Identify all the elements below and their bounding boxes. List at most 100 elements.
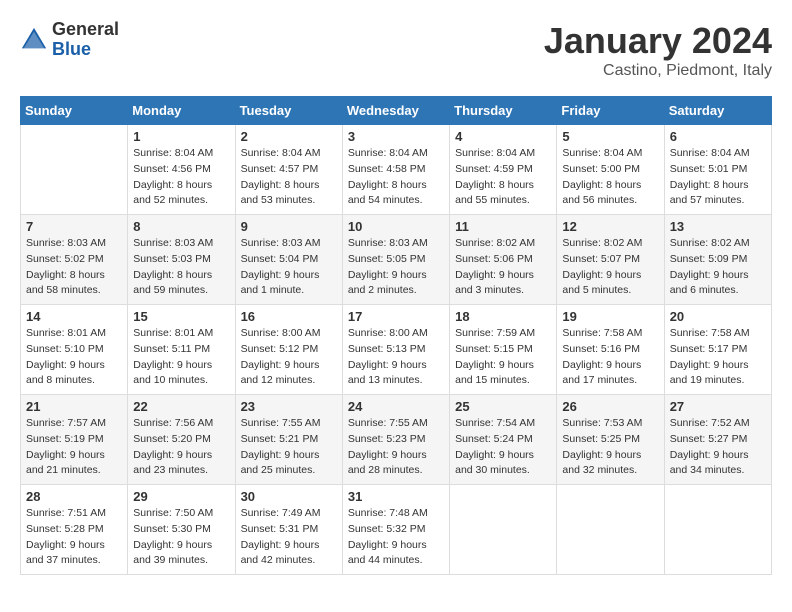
day-number: 12	[562, 219, 658, 234]
day-number: 25	[455, 399, 551, 414]
calendar-cell: 16Sunrise: 8:00 AMSunset: 5:12 PMDayligh…	[235, 305, 342, 395]
day-number: 29	[133, 489, 229, 504]
calendar-cell: 25 Sunrise: 7:54 AMSunset: 5:24 PMDayligh…	[450, 395, 557, 485]
day-number: 9	[241, 219, 337, 234]
calendar-cell: 3 Sunrise: 8:04 AMSunset: 4:58 PMDaylight…	[342, 125, 449, 215]
calendar-cell: 7Sunrise: 8:03 AMSunset: 5:02 PMDaylight…	[21, 215, 128, 305]
day-number: 30	[241, 489, 337, 504]
calendar-cell: 18 Sunrise: 7:59 AMSunset: 5:15 PMDayligh…	[450, 305, 557, 395]
calendar-cell: 29 Sunrise: 7:50 AMSunset: 5:30 PMDayligh…	[128, 485, 235, 575]
calendar-cell: 1 Sunrise: 8:04 AMSunset: 4:56 PMDaylight…	[128, 125, 235, 215]
day-of-week-header: Friday	[557, 97, 664, 125]
page-header: General Blue January 2024 Castino, Piedm…	[20, 20, 772, 80]
day-info: Sunrise: 7:55 AMSunset: 5:21 PMDaylight:…	[241, 416, 337, 479]
day-number: 23	[241, 399, 337, 414]
calendar-week-row: 7Sunrise: 8:03 AMSunset: 5:02 PMDaylight…	[21, 215, 772, 305]
calendar-header: SundayMondayTuesdayWednesdayThursdayFrid…	[21, 97, 772, 125]
day-info: Sunrise: 8:04 AMSunset: 4:56 PMDaylight:…	[133, 146, 229, 209]
day-info: Sunrise: 7:52 AMSunset: 5:27 PMDaylight:…	[670, 416, 766, 479]
day-number: 5	[562, 129, 658, 144]
title-area: January 2024 Castino, Piedmont, Italy	[544, 20, 772, 80]
calendar-cell: 23 Sunrise: 7:55 AMSunset: 5:21 PMDayligh…	[235, 395, 342, 485]
day-number: 19	[562, 309, 658, 324]
day-number: 16	[241, 309, 337, 324]
day-of-week-header: Thursday	[450, 97, 557, 125]
day-info: Sunrise: 8:04 AMSunset: 4:58 PMDaylight:…	[348, 146, 444, 209]
calendar-cell: 31 Sunrise: 7:48 AMSunset: 5:32 PMDayligh…	[342, 485, 449, 575]
logo-icon	[20, 26, 48, 54]
calendar-cell: 11 Sunrise: 8:02 AMSunset: 5:06 PMDayligh…	[450, 215, 557, 305]
day-number: 14	[26, 309, 122, 324]
calendar-cell: 2 Sunrise: 8:04 AMSunset: 4:57 PMDaylight…	[235, 125, 342, 215]
day-info: Sunrise: 7:51 AMSunset: 5:28 PMDaylight:…	[26, 506, 122, 569]
calendar-cell: 13 Sunrise: 8:02 AMSunset: 5:09 PMDayligh…	[664, 215, 771, 305]
calendar-cell: 17 Sunrise: 8:00 AMSunset: 5:13 PMDayligh…	[342, 305, 449, 395]
day-info: Sunrise: 8:00 AMSunset: 5:13 PMDaylight:…	[348, 326, 444, 389]
day-number: 22	[133, 399, 229, 414]
calendar-cell: 22 Sunrise: 7:56 AMSunset: 5:20 PMDayligh…	[128, 395, 235, 485]
calendar-cell: 4Sunrise: 8:04 AMSunset: 4:59 PMDaylight…	[450, 125, 557, 215]
calendar-cell: 28 Sunrise: 7:51 AMSunset: 5:28 PMDayligh…	[21, 485, 128, 575]
logo-blue-text: Blue	[52, 40, 119, 60]
day-info: Sunrise: 8:02 AMSunset: 5:09 PMDaylight:…	[670, 236, 766, 299]
day-info: Sunrise: 8:04 AMSunset: 5:00 PMDaylight:…	[562, 146, 658, 209]
calendar-cell: 24 Sunrise: 7:55 AMSunset: 5:23 PMDayligh…	[342, 395, 449, 485]
day-number: 1	[133, 129, 229, 144]
day-number: 11	[455, 219, 551, 234]
calendar-cell: 20Sunrise: 7:58 AMSunset: 5:17 PMDayligh…	[664, 305, 771, 395]
day-info: Sunrise: 8:04 AMSunset: 4:59 PMDaylight:…	[455, 146, 551, 209]
day-number: 18	[455, 309, 551, 324]
day-number: 10	[348, 219, 444, 234]
calendar-cell: 27Sunrise: 7:52 AMSunset: 5:27 PMDayligh…	[664, 395, 771, 485]
day-number: 3	[348, 129, 444, 144]
header-row: SundayMondayTuesdayWednesdayThursdayFrid…	[21, 97, 772, 125]
calendar-cell: 5 Sunrise: 8:04 AMSunset: 5:00 PMDaylight…	[557, 125, 664, 215]
calendar-week-row: 21 Sunrise: 7:57 AMSunset: 5:19 PMDayligh…	[21, 395, 772, 485]
calendar-cell	[450, 485, 557, 575]
day-info: Sunrise: 7:53 AMSunset: 5:25 PMDaylight:…	[562, 416, 658, 479]
day-info: Sunrise: 8:04 AMSunset: 4:57 PMDaylight:…	[241, 146, 337, 209]
day-of-week-header: Tuesday	[235, 97, 342, 125]
logo: General Blue	[20, 20, 119, 60]
calendar-cell: 8Sunrise: 8:03 AMSunset: 5:03 PMDaylight…	[128, 215, 235, 305]
calendar-cell	[21, 125, 128, 215]
day-info: Sunrise: 7:56 AMSunset: 5:20 PMDaylight:…	[133, 416, 229, 479]
day-info: Sunrise: 7:57 AMSunset: 5:19 PMDaylight:…	[26, 416, 122, 479]
day-number: 17	[348, 309, 444, 324]
day-number: 15	[133, 309, 229, 324]
day-info: Sunrise: 7:48 AMSunset: 5:32 PMDaylight:…	[348, 506, 444, 569]
calendar-cell: 19Sunrise: 7:58 AMSunset: 5:16 PMDayligh…	[557, 305, 664, 395]
day-info: Sunrise: 8:03 AMSunset: 5:04 PMDaylight:…	[241, 236, 337, 299]
day-info: Sunrise: 7:54 AMSunset: 5:24 PMDaylight:…	[455, 416, 551, 479]
month-title: January 2024	[544, 20, 772, 62]
day-info: Sunrise: 8:02 AMSunset: 5:06 PMDaylight:…	[455, 236, 551, 299]
day-number: 13	[670, 219, 766, 234]
calendar-cell: 10 Sunrise: 8:03 AMSunset: 5:05 PMDayligh…	[342, 215, 449, 305]
location-subtitle: Castino, Piedmont, Italy	[544, 62, 772, 80]
calendar-cell: 14 Sunrise: 8:01 AMSunset: 5:10 PMDayligh…	[21, 305, 128, 395]
day-info: Sunrise: 8:03 AMSunset: 5:05 PMDaylight:…	[348, 236, 444, 299]
calendar-cell: 26 Sunrise: 7:53 AMSunset: 5:25 PMDayligh…	[557, 395, 664, 485]
day-of-week-header: Monday	[128, 97, 235, 125]
day-number: 28	[26, 489, 122, 504]
calendar-cell: 12Sunrise: 8:02 AMSunset: 5:07 PMDayligh…	[557, 215, 664, 305]
day-number: 24	[348, 399, 444, 414]
calendar-body: 1 Sunrise: 8:04 AMSunset: 4:56 PMDaylight…	[21, 125, 772, 575]
day-info: Sunrise: 8:03 AMSunset: 5:03 PMDaylight:…	[133, 236, 229, 299]
calendar-cell: 6Sunrise: 8:04 AMSunset: 5:01 PMDaylight…	[664, 125, 771, 215]
logo-general-text: General	[52, 20, 119, 40]
day-number: 21	[26, 399, 122, 414]
day-number: 26	[562, 399, 658, 414]
day-number: 2	[241, 129, 337, 144]
day-info: Sunrise: 7:59 AMSunset: 5:15 PMDaylight:…	[455, 326, 551, 389]
calendar-cell: 15 Sunrise: 8:01 AMSunset: 5:11 PMDayligh…	[128, 305, 235, 395]
calendar-cell	[664, 485, 771, 575]
day-info: Sunrise: 7:49 AMSunset: 5:31 PMDaylight:…	[241, 506, 337, 569]
day-info: Sunrise: 7:55 AMSunset: 5:23 PMDaylight:…	[348, 416, 444, 479]
day-info: Sunrise: 8:04 AMSunset: 5:01 PMDaylight:…	[670, 146, 766, 209]
day-number: 31	[348, 489, 444, 504]
day-info: Sunrise: 8:01 AMSunset: 5:11 PMDaylight:…	[133, 326, 229, 389]
day-info: Sunrise: 7:58 AMSunset: 5:17 PMDaylight:…	[670, 326, 766, 389]
day-info: Sunrise: 8:01 AMSunset: 5:10 PMDaylight:…	[26, 326, 122, 389]
day-info: Sunrise: 7:50 AMSunset: 5:30 PMDaylight:…	[133, 506, 229, 569]
